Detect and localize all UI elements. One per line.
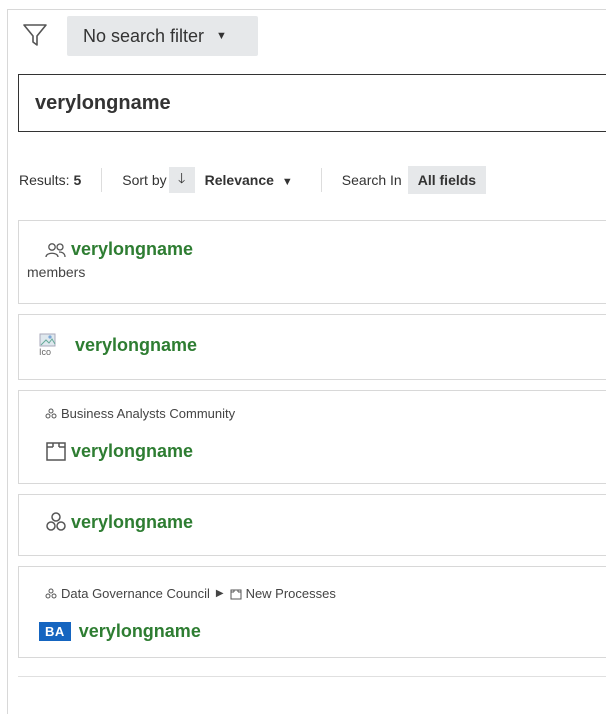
breadcrumb-community-link[interactable]: Data Governance Council: [61, 586, 210, 601]
result-card[interactable]: verylongname: [18, 494, 606, 556]
result-card[interactable]: Data Governance Council ▶ New Processes …: [18, 566, 606, 658]
result-title-link[interactable]: verylongname: [71, 441, 193, 462]
breadcrumb-community-link[interactable]: Business Analysts Community: [61, 406, 235, 421]
result-title-link[interactable]: verylongname: [75, 335, 197, 356]
result-title-link[interactable]: verylongname: [71, 239, 193, 260]
search-input[interactable]: [18, 74, 606, 132]
results-toolbar: Results: 5 Sort by 🡓 Relevance ▼ Search I…: [19, 165, 487, 195]
search-in-label: Search In: [341, 172, 402, 188]
result-title-link[interactable]: verylongname: [79, 621, 201, 642]
sort-by-label: Sort by: [122, 172, 167, 188]
search-in-fields-dropdown[interactable]: All fields: [407, 166, 487, 194]
search-filter-label: No search filter: [83, 25, 205, 46]
result-card[interactable]: Business Analysts Community verylongname: [18, 390, 606, 484]
breadcrumb: Business Analysts Community: [45, 406, 235, 421]
domain-box-icon: [46, 442, 66, 461]
funnel-icon[interactable]: [22, 22, 48, 48]
divider: [320, 168, 322, 192]
community-icon: [46, 512, 66, 531]
divider: [101, 168, 103, 192]
users-icon: [45, 242, 66, 257]
community-icon: [45, 588, 57, 598]
domain-box-icon: [230, 589, 242, 599]
breadcrumb: Data Governance Council ▶ New Processes: [45, 586, 336, 601]
sort-relevance-dropdown[interactable]: Relevance ▼: [205, 172, 293, 188]
results-count: Results: 5: [19, 172, 82, 188]
caret-down-icon: ▼: [216, 30, 227, 42]
sort-direction-arrow-down-icon[interactable]: 🡓: [168, 167, 195, 193]
breadcrumb-separator-icon: ▶: [215, 588, 224, 599]
result-title-link[interactable]: verylongname: [71, 512, 193, 533]
search-filter-dropdown[interactable]: No search filter ▼: [67, 16, 258, 56]
divider: [18, 676, 606, 677]
asset-type-badge: BA: [39, 622, 71, 641]
caret-down-icon: ▼: [281, 176, 293, 188]
community-icon: [45, 408, 57, 418]
result-subtitle: members: [27, 264, 86, 280]
breadcrumb-domain-link[interactable]: New Processes: [246, 586, 336, 601]
broken-image-icon: Ico: [39, 333, 63, 357]
result-card[interactable]: verylongname members: [18, 220, 606, 304]
result-card[interactable]: Ico verylongname: [18, 314, 606, 380]
